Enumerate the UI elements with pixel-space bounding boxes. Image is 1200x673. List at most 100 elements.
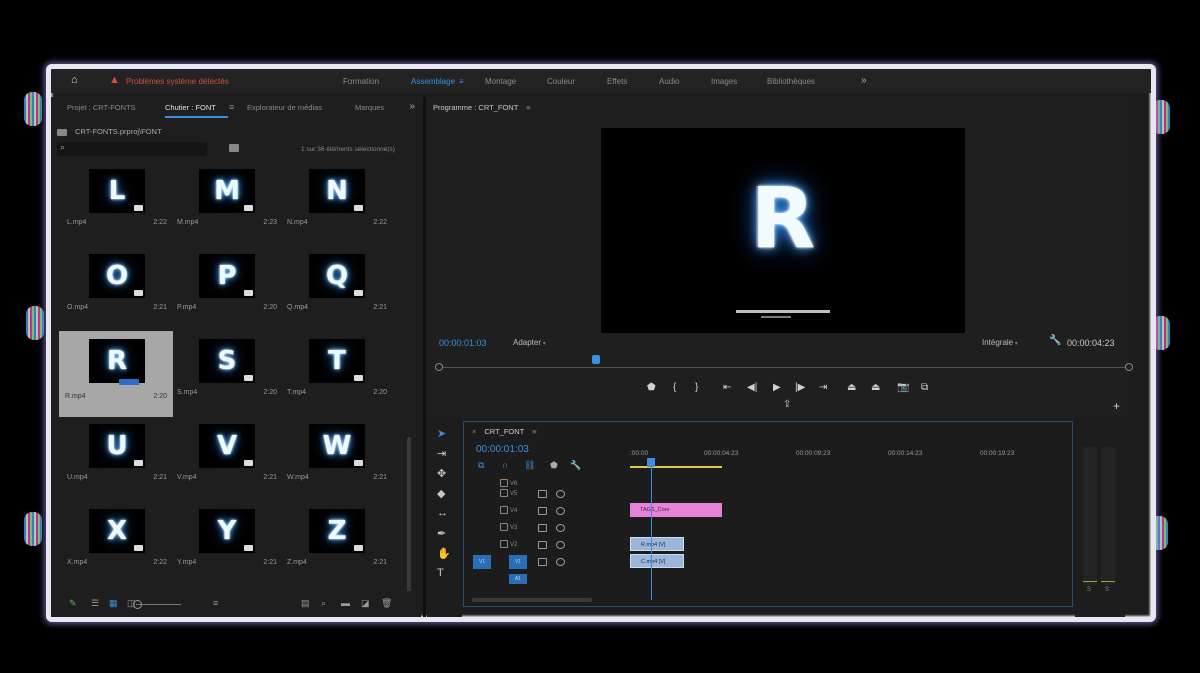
tab-chutier[interactable]: Chutier : FONT bbox=[165, 103, 228, 118]
workspace-tab-formation[interactable]: Formation bbox=[343, 77, 379, 86]
clip-tile[interactable]: S S.mp4 2:20 bbox=[173, 335, 283, 420]
playhead-icon[interactable] bbox=[592, 355, 600, 364]
slip-tool-icon[interactable]: ↔ bbox=[437, 507, 448, 519]
eye-icon[interactable] bbox=[556, 524, 565, 532]
out-point-icon[interactable]: } bbox=[695, 381, 698, 395]
eye-icon[interactable] bbox=[556, 541, 565, 549]
clip-tile-selected[interactable]: R R.mp4 2:20 bbox=[59, 331, 173, 417]
eye-icon[interactable] bbox=[556, 558, 565, 566]
lock-icon[interactable] bbox=[500, 523, 508, 531]
step-back-icon[interactable]: ◀| bbox=[747, 381, 757, 395]
time-ruler[interactable]: :00:00 00:00:04:23 00:00:09:23 00:00:14:… bbox=[630, 448, 1070, 474]
pen-tool-icon[interactable]: ✒ bbox=[437, 527, 446, 540]
workspace-tab-montage[interactable]: Montage bbox=[485, 77, 516, 86]
sync-lock-icon[interactable] bbox=[538, 490, 547, 498]
work-area-bar[interactable] bbox=[630, 466, 722, 468]
compare-icon[interactable]: ⧉ bbox=[921, 381, 928, 395]
timeline-clip[interactable]: R.mp4 [V] bbox=[630, 537, 684, 551]
go-to-out-icon[interactable]: ⇥ bbox=[819, 381, 827, 395]
export-frame-icon[interactable]: 📷 bbox=[897, 381, 909, 395]
playhead-timecode[interactable]: 00:00:01:03 bbox=[439, 338, 487, 348]
workspace-tab-effets[interactable]: Effets bbox=[607, 77, 627, 86]
wrench-icon[interactable]: 🔧 bbox=[570, 460, 581, 471]
pencil-icon[interactable]: ✎ bbox=[69, 599, 80, 608]
new-item-icon[interactable]: ◪ bbox=[361, 599, 372, 608]
warning-icon[interactable]: ▲ bbox=[109, 75, 120, 86]
lock-icon[interactable] bbox=[500, 540, 508, 548]
clip-tile[interactable]: Z Z.mp4 2:21 bbox=[283, 505, 393, 590]
ripple-edit-tool-icon[interactable]: ✥ bbox=[437, 467, 446, 480]
zoom-select[interactable]: Adapter bbox=[513, 338, 546, 347]
snap-icon[interactable]: ∩ bbox=[502, 460, 508, 470]
nest-icon[interactable]: ⧉ bbox=[478, 460, 484, 471]
clip-tile[interactable]: W W.mp4 2:21 bbox=[283, 420, 393, 505]
home-icon[interactable]: ⌂ bbox=[71, 75, 83, 86]
solo-button[interactable]: S bbox=[1087, 587, 1091, 593]
clip-tile[interactable]: P P.mp4 2:20 bbox=[173, 250, 283, 335]
clip-tile[interactable]: M M.mp4 2:23 bbox=[173, 165, 283, 250]
clip-tile[interactable]: V V.mp4 2:21 bbox=[173, 420, 283, 505]
list-view-icon[interactable]: ☰ bbox=[91, 599, 102, 608]
sync-lock-icon[interactable] bbox=[538, 541, 547, 549]
clip-tile[interactable]: N N.mp4 2:22 bbox=[283, 165, 393, 250]
extract-icon[interactable]: ⏏ bbox=[871, 381, 880, 395]
search-input[interactable]: ⌕ bbox=[57, 142, 207, 156]
workspace-tab-bibliotheques[interactable]: Bibliothèques bbox=[767, 77, 815, 86]
timeline-clip[interactable]: C.mp4 [V] bbox=[630, 554, 684, 568]
panel-menu-icon[interactable]: ≡ bbox=[229, 102, 234, 112]
lift-icon[interactable]: ⏏ bbox=[847, 381, 856, 395]
system-warning-text[interactable]: Problèmes système détectés bbox=[126, 77, 229, 86]
source-patch[interactable]: V1 bbox=[473, 555, 491, 569]
in-point-icon[interactable]: { bbox=[673, 381, 676, 395]
double-chevron-right-icon[interactable]: » bbox=[409, 101, 415, 112]
clip-tile[interactable]: Y Y.mp4 2:21 bbox=[173, 505, 283, 590]
solo-button[interactable]: S bbox=[1105, 587, 1109, 593]
scrub-start-knob[interactable] bbox=[435, 363, 443, 371]
panel-menu-icon[interactable]: ≡ bbox=[532, 427, 536, 436]
zoom-slider[interactable] bbox=[136, 604, 181, 605]
workspace-menu-icon[interactable]: ≡ bbox=[459, 77, 464, 86]
sync-lock-icon[interactable] bbox=[538, 524, 547, 532]
icon-view-icon[interactable]: ▦ bbox=[109, 599, 120, 608]
automate-to-sequence-icon[interactable]: ▤ bbox=[301, 599, 312, 608]
play-icon[interactable]: ▶ bbox=[773, 381, 781, 395]
trash-icon[interactable]: 🗑 bbox=[381, 599, 392, 608]
sync-lock-icon[interactable] bbox=[538, 507, 547, 515]
workspace-tab-images[interactable]: Images bbox=[711, 77, 737, 86]
export-icon[interactable]: ⇪ bbox=[783, 399, 791, 410]
tab-projet[interactable]: Projet : CRT-FONTS bbox=[67, 103, 136, 112]
tab-explorateur[interactable]: Explorateur de médias bbox=[247, 103, 322, 112]
panel-divider[interactable] bbox=[423, 97, 426, 617]
panel-menu-icon[interactable]: ≡ bbox=[526, 103, 530, 112]
add-marker-icon[interactable]: ⬟ bbox=[550, 460, 558, 471]
wrench-icon[interactable]: 🔧 bbox=[1049, 335, 1061, 346]
step-forward-icon[interactable]: |▶ bbox=[795, 381, 805, 395]
timeline-playhead-icon[interactable] bbox=[647, 458, 655, 467]
selection-tool-icon[interactable]: ➤ bbox=[437, 427, 446, 440]
clip-tile[interactable]: U U.mp4 2:21 bbox=[63, 420, 173, 505]
bin-scrollbar[interactable] bbox=[407, 437, 411, 597]
close-icon[interactable]: × bbox=[472, 427, 476, 436]
clip-tile[interactable]: T T.mp4 2:20 bbox=[283, 335, 393, 420]
new-bin-icon[interactable] bbox=[229, 144, 239, 152]
sync-lock-icon[interactable] bbox=[538, 558, 547, 566]
double-chevron-right-icon[interactable]: » bbox=[861, 75, 867, 86]
eye-icon[interactable] bbox=[556, 490, 565, 498]
clip-tile[interactable]: Q Q.mp4 2:21 bbox=[283, 250, 393, 335]
workspace-tab-assemblage[interactable]: Assemblage bbox=[411, 77, 455, 86]
program-scrub-bar[interactable] bbox=[439, 367, 1129, 368]
workspace-tab-audio[interactable]: Audio bbox=[659, 77, 679, 86]
playback-resolution-select[interactable]: Intégrale bbox=[982, 338, 1018, 347]
button-editor-plus-icon[interactable]: + bbox=[1113, 399, 1120, 413]
clip-tile[interactable]: O O.mp4 2:21 bbox=[63, 250, 173, 335]
lock-icon[interactable] bbox=[500, 489, 508, 497]
audio-track-label[interactable]: A1 bbox=[509, 574, 527, 584]
lock-icon[interactable] bbox=[500, 506, 508, 514]
timeline-horizontal-scrollbar[interactable] bbox=[472, 598, 592, 602]
sort-icon[interactable]: ≡ bbox=[213, 599, 224, 608]
hand-tool-icon[interactable]: ✋ bbox=[437, 547, 451, 560]
scrub-end-knob[interactable] bbox=[1125, 363, 1133, 371]
marker-icon[interactable]: ⬟ bbox=[647, 381, 656, 395]
tab-marques[interactable]: Marques bbox=[355, 103, 384, 112]
timeline-clip[interactable]: TAGS_Core bbox=[630, 503, 722, 517]
